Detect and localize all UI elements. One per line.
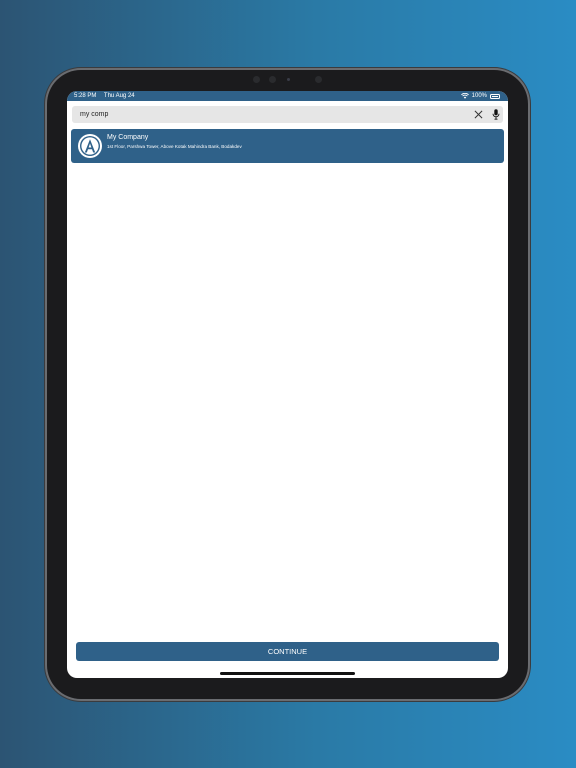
- company-name: My Company: [107, 134, 149, 141]
- status-time: 5:28 PM: [74, 93, 97, 99]
- app-screen: 5:28 PM Thu Aug 24 100% my comp My Compa…: [67, 91, 508, 678]
- company-logo-a-icon: [78, 134, 102, 158]
- home-indicator[interactable]: [220, 672, 355, 675]
- sensor-dot: [269, 76, 276, 83]
- search-bar: [72, 106, 503, 123]
- wifi-icon: [460, 93, 469, 99]
- status-bar: 5:28 PM Thu Aug 24 100%: [67, 91, 508, 101]
- microphone-icon[interactable]: [492, 109, 500, 120]
- continue-button[interactable]: CONTINUE: [76, 642, 499, 661]
- sensor-dot: [253, 76, 260, 83]
- battery-percent: 100%: [471, 93, 487, 99]
- company-result-item[interactable]: My Company 1st Floor, Parshwa Tower, Abo…: [71, 129, 504, 163]
- search-input[interactable]: [76, 106, 460, 123]
- company-address: 1st Floor, Parshwa Tower, Above Kotak Ma…: [107, 144, 242, 149]
- sensor-dot: [315, 76, 322, 83]
- tablet-frame: 5:28 PM Thu Aug 24 100% my comp My Compa…: [47, 70, 528, 699]
- status-date: Thu Aug 24: [103, 93, 135, 99]
- battery-icon: [490, 93, 500, 99]
- close-icon[interactable]: [474, 110, 483, 119]
- front-camera: [287, 78, 290, 81]
